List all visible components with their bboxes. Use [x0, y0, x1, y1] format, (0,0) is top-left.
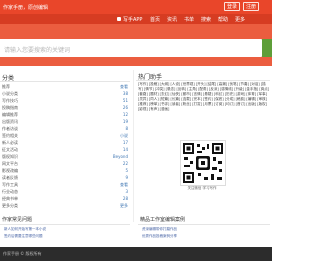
search-banner: 请输入您要搜索的关键词	[0, 24, 272, 66]
list-item[interactable]: 签约相关 小说	[2, 133, 130, 140]
search-input[interactable]: 请输入您要搜索的关键词	[0, 39, 262, 57]
login-button[interactable]: 登录	[224, 2, 240, 11]
phone-icon	[117, 17, 121, 21]
list-item[interactable]: 征文活动 14	[2, 147, 130, 154]
list-item[interactable]: 经典书单 28	[2, 196, 130, 203]
list-item[interactable]: 资深编辑带你打磨作品	[142, 227, 177, 232]
nav-item-app[interactable]: 写手APP	[123, 16, 142, 23]
nav-item-news[interactable]: 资讯	[167, 16, 177, 23]
list-item[interactable]: 影视改编 5	[2, 168, 130, 175]
case-section-title: 精品工作室编辑案例	[140, 217, 186, 223]
top-bar: 作家手册，原创编辑 登录 注册	[0, 0, 272, 14]
hot-divider	[136, 80, 270, 81]
list-item[interactable]: 出版资讯 19	[2, 119, 130, 126]
nav-item-search[interactable]: 搜索	[201, 16, 211, 23]
list-item[interactable]: 版权知识 Beyond	[2, 154, 130, 161]
nav-item-booklist[interactable]: 书单	[184, 16, 194, 23]
qr-caption: 关注微信 学习写作	[187, 186, 217, 190]
list-item[interactable]: 编辑推荐 12	[2, 112, 130, 119]
nav-item-home[interactable]: 首页	[150, 16, 160, 23]
list-item[interactable]: 推荐 查看	[2, 84, 130, 91]
list-item[interactable]: 写作工具 查看	[2, 182, 130, 189]
list-item[interactable]: 作者访谈 8	[2, 126, 130, 133]
case-divider	[138, 224, 270, 225]
list-item[interactable]: 网文平台 22	[2, 161, 130, 168]
list-item[interactable]: 更多分类 更多	[2, 203, 130, 210]
list-item[interactable]: 新人必读 17	[2, 140, 130, 147]
qr-code	[180, 140, 226, 186]
list-item[interactable]: 行业动态 3	[2, 189, 130, 196]
search-button[interactable]	[262, 39, 272, 57]
list-item[interactable]: 新人如何开始写第一本小说	[4, 227, 46, 232]
nav-item-more[interactable]: 更多	[235, 16, 245, 23]
list-item[interactable]: 写作技巧 51	[2, 98, 130, 105]
faq-section-title: 作家常见问题	[2, 217, 33, 223]
left-divider	[0, 81, 130, 82]
site-slogan: 作家手册，原创编辑	[3, 5, 49, 11]
list-item[interactable]: 优秀作品投稿案例分享	[142, 234, 177, 239]
list-item[interactable]: 签约后需要注意哪些问题	[4, 234, 43, 239]
list-item[interactable]: 投稿指南 26	[2, 105, 130, 112]
hot-tags[interactable]: [写作] [投稿] [大纲] [人设] [世界观] [开头] [结尾] [高潮]…	[138, 82, 270, 112]
nav-item-help[interactable]: 帮助	[218, 16, 228, 23]
list-item[interactable]: 读者反馈 9	[2, 175, 130, 182]
nav-bar: 写手APP 首页 资讯 书单 搜索 帮助 更多	[0, 14, 272, 24]
search-placeholder: 请输入您要搜索的关键词	[4, 47, 71, 54]
column-divider	[133, 70, 134, 222]
register-button[interactable]: 注册	[243, 2, 259, 11]
faq-divider	[0, 224, 130, 225]
footer: 作家手册 © 版权所有	[0, 247, 272, 261]
footer-text: 作家手册 © 版权所有	[3, 251, 42, 256]
list-item[interactable]: 小说分类 38	[2, 91, 130, 98]
